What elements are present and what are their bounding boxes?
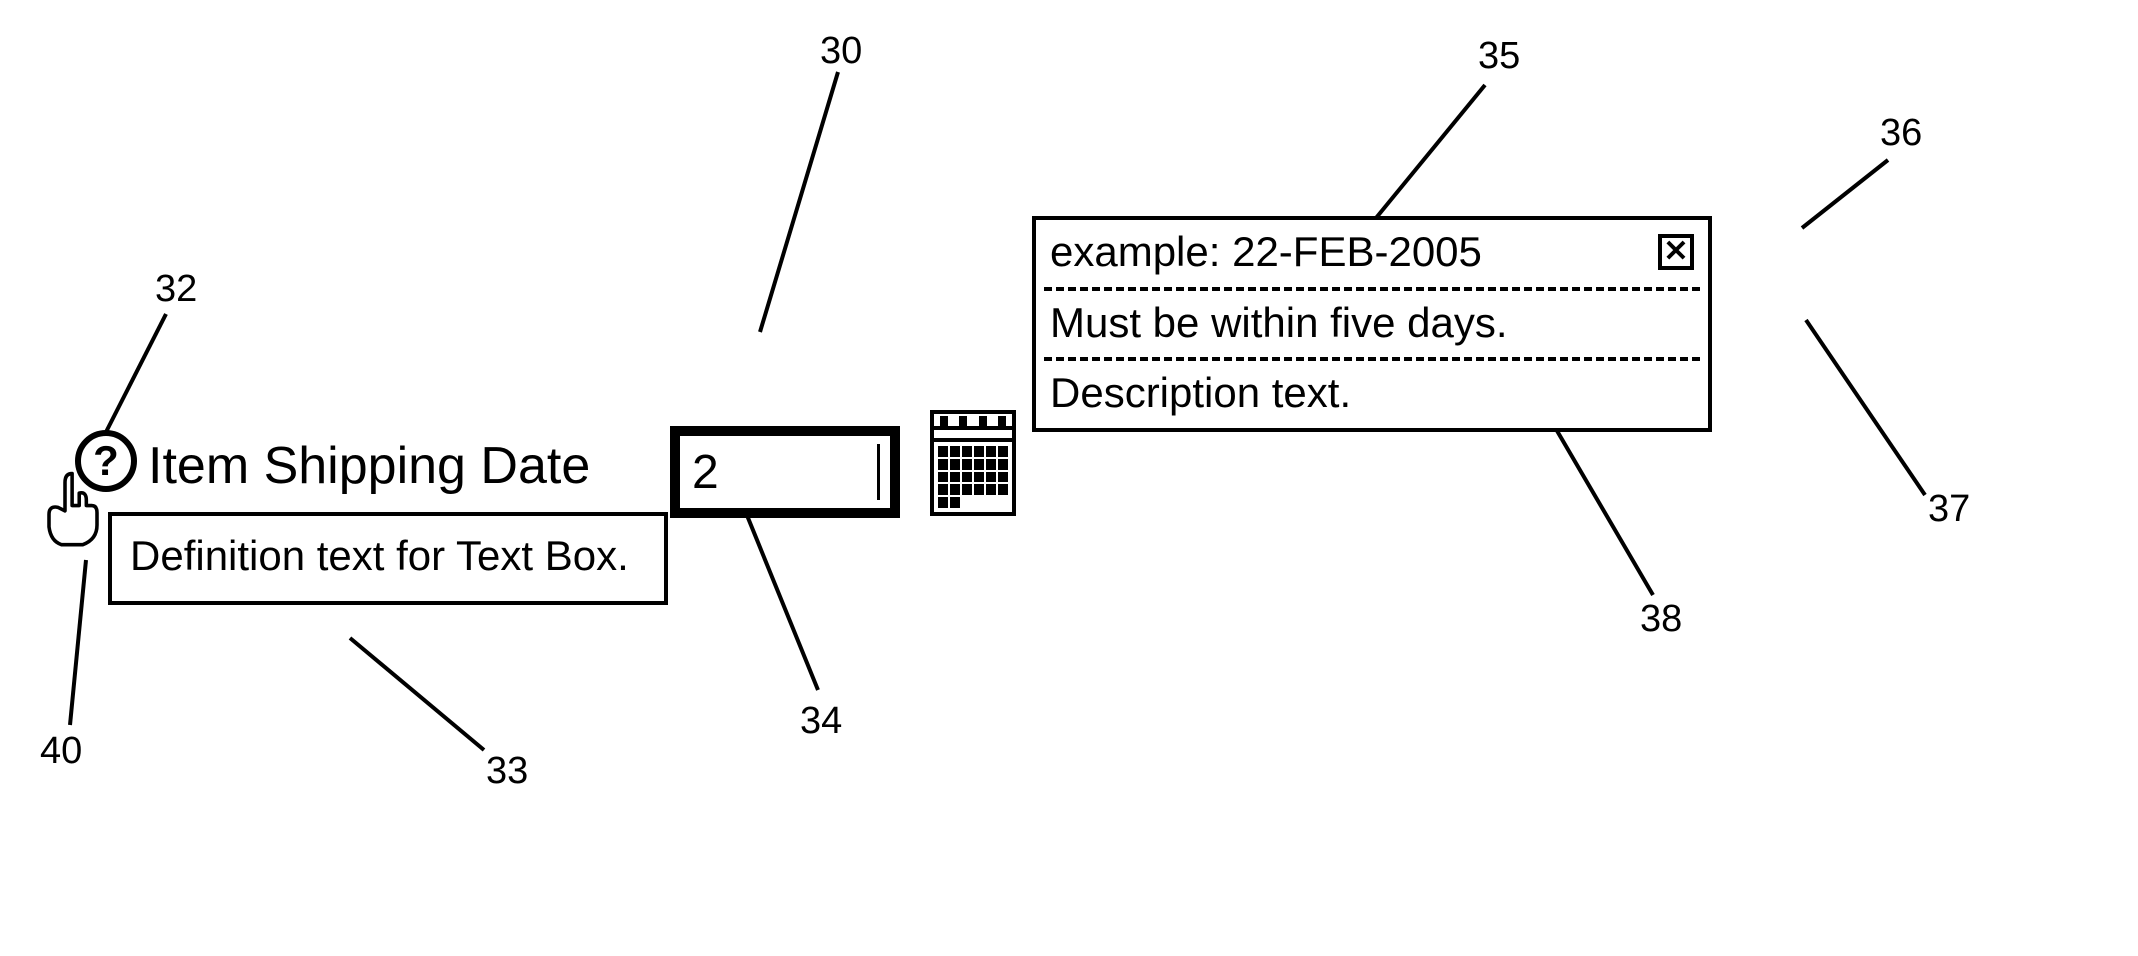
ref-38: 38 xyxy=(1640,598,1682,641)
ref-40: 40 xyxy=(40,730,82,773)
date-picker-icon[interactable] xyxy=(930,410,1016,516)
text-caret xyxy=(877,444,880,500)
ref-36: 36 xyxy=(1880,112,1922,155)
assist-constraint-row: Must be within five days. xyxy=(1036,291,1708,358)
input-assist-panel: example: 22-FEB-2005 ✕ Must be within fi… xyxy=(1032,216,1712,432)
assist-description-text: Description text. xyxy=(1050,367,1351,420)
definition-text: Definition text for Text Box. xyxy=(130,532,629,579)
pointer-cursor-icon xyxy=(38,470,108,550)
ref-34: 34 xyxy=(800,700,842,743)
ref-35: 35 xyxy=(1478,35,1520,78)
close-glyph: ✕ xyxy=(1663,237,1688,267)
ref-33: 33 xyxy=(486,750,528,793)
field-label: Item Shipping Date xyxy=(148,436,590,496)
assist-example-row: example: 22-FEB-2005 ✕ xyxy=(1036,220,1708,287)
assist-constraint-text: Must be within five days. xyxy=(1050,297,1508,350)
definition-tooltip: Definition text for Text Box. xyxy=(108,512,668,605)
assist-description-row: Description text. xyxy=(1036,361,1708,428)
ref-37: 37 xyxy=(1928,488,1970,531)
ref-30: 30 xyxy=(820,30,862,73)
assist-example-text: example: 22-FEB-2005 xyxy=(1050,226,1482,279)
shipping-date-input-wrap[interactable] xyxy=(670,426,900,518)
shipping-date-input[interactable] xyxy=(690,442,879,502)
close-icon[interactable]: ✕ xyxy=(1658,234,1694,270)
ref-32: 32 xyxy=(155,268,197,311)
